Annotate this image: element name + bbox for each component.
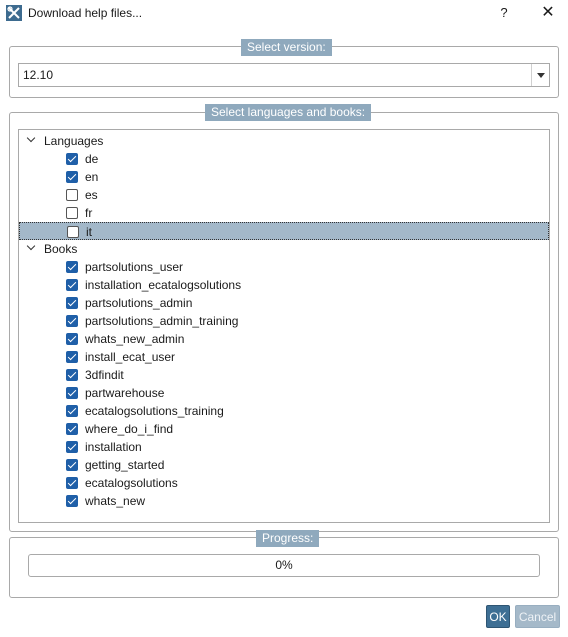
tree-item-label: de <box>85 152 99 166</box>
checkbox[interactable] <box>66 351 78 363</box>
tree-item[interactable]: de <box>19 150 549 168</box>
tree-node-books[interactable]: Books <box>19 240 549 258</box>
tree-item[interactable]: ecatalogsolutions <box>19 474 549 492</box>
tree-item-label: getting_started <box>85 458 165 472</box>
tree-item[interactable]: installation <box>19 438 549 456</box>
progress-group-title: Progress: <box>256 530 320 547</box>
checkbox[interactable] <box>66 423 78 435</box>
tree-item[interactable]: es <box>19 186 549 204</box>
checkbox[interactable] <box>66 261 78 273</box>
tree-item-label: it <box>86 225 92 239</box>
version-select-value: 12.10 <box>23 68 54 82</box>
tree-item[interactable]: partsolutions_admin <box>19 294 549 312</box>
tree-item[interactable]: whats_new <box>19 492 549 510</box>
tree-item-label: fr <box>85 206 93 220</box>
version-group-title: Select version: <box>241 39 332 56</box>
tree-item-label: 3dfindit <box>85 368 124 382</box>
tree-item[interactable]: en <box>19 168 549 186</box>
ok-button[interactable]: OK <box>486 605 510 628</box>
tree-item[interactable]: getting_started <box>19 456 549 474</box>
tree-item[interactable]: 3dfindit <box>19 366 549 384</box>
checkbox[interactable] <box>66 333 78 345</box>
tree-item-label: ecatalogsolutions_training <box>85 404 224 418</box>
tree-item-label: partsolutions_admin <box>85 296 193 310</box>
tree-item-label: es <box>85 188 98 202</box>
tree-item-label: install_ecat_user <box>85 350 176 364</box>
progress-bar: 0% <box>28 554 540 577</box>
tree-item[interactable]: partsolutions_user <box>19 258 549 276</box>
chevron-down-icon[interactable] <box>27 243 37 253</box>
checkbox[interactable] <box>66 495 78 507</box>
books-group-title: Select languages and books: <box>205 104 372 121</box>
checkbox[interactable] <box>66 405 78 417</box>
tree-item[interactable]: where_do_i_find <box>19 420 549 438</box>
checkbox[interactable] <box>66 279 78 291</box>
checkbox[interactable] <box>67 226 79 238</box>
tree-item-label: partsolutions_user <box>85 260 184 274</box>
tree-item[interactable]: installation_ecatalogsolutions <box>19 276 549 294</box>
checkbox[interactable] <box>66 189 78 201</box>
tree-item-label: ecatalogsolutions <box>85 476 178 490</box>
checkbox[interactable] <box>66 459 78 471</box>
checkbox[interactable] <box>66 315 78 327</box>
version-select[interactable]: 12.10 <box>18 63 550 87</box>
tree-item[interactable]: fr <box>19 204 549 222</box>
tree-item-label: installation <box>85 440 142 454</box>
dropdown-arrow-icon[interactable] <box>531 64 549 86</box>
language-book-tree[interactable]: Languages de en es fr it Books partsolutions_us… <box>18 129 550 523</box>
window-title: Download help files... <box>28 6 143 20</box>
checkbox[interactable] <box>66 441 78 453</box>
tree-item-label: where_do_i_find <box>85 422 174 436</box>
tree-item-label: partsolutions_admin_training <box>85 314 239 328</box>
tree-item-label: en <box>85 170 99 184</box>
tree-item[interactable]: partsolutions_admin_training <box>19 312 549 330</box>
tree-item[interactable]: partwarehouse <box>19 384 549 402</box>
checkbox[interactable] <box>66 477 78 489</box>
checkbox[interactable] <box>66 369 78 381</box>
checkbox[interactable] <box>66 207 78 219</box>
help-button[interactable]: ? <box>495 4 513 22</box>
tree-item-label: whats_new <box>85 494 146 508</box>
checkbox[interactable] <box>66 153 78 165</box>
title-bar: Download help files... ? ✕ <box>0 0 568 27</box>
tree-item[interactable]: whats_new_admin <box>19 330 549 348</box>
checkbox[interactable] <box>66 387 78 399</box>
tools-icon <box>6 5 22 21</box>
close-button[interactable]: ✕ <box>538 3 558 23</box>
tree-item-label: installation_ecatalogsolutions <box>85 278 242 292</box>
tree-item[interactable]: it <box>19 222 549 240</box>
checkbox[interactable] <box>66 171 78 183</box>
chevron-down-icon[interactable] <box>27 135 37 145</box>
tree-item[interactable]: install_ecat_user <box>19 348 549 366</box>
tree-item-label: partwarehouse <box>85 386 165 400</box>
tree-item[interactable]: ecatalogsolutions_training <box>19 402 549 420</box>
tree-node-label: Languages <box>44 134 104 148</box>
progress-text: 0% <box>275 558 293 572</box>
tree-node-label: Books <box>44 242 78 256</box>
tree-item-label: whats_new_admin <box>85 332 185 346</box>
tree-node-languages[interactable]: Languages <box>19 132 549 150</box>
cancel-button[interactable]: Cancel <box>515 605 560 628</box>
checkbox[interactable] <box>66 297 78 309</box>
